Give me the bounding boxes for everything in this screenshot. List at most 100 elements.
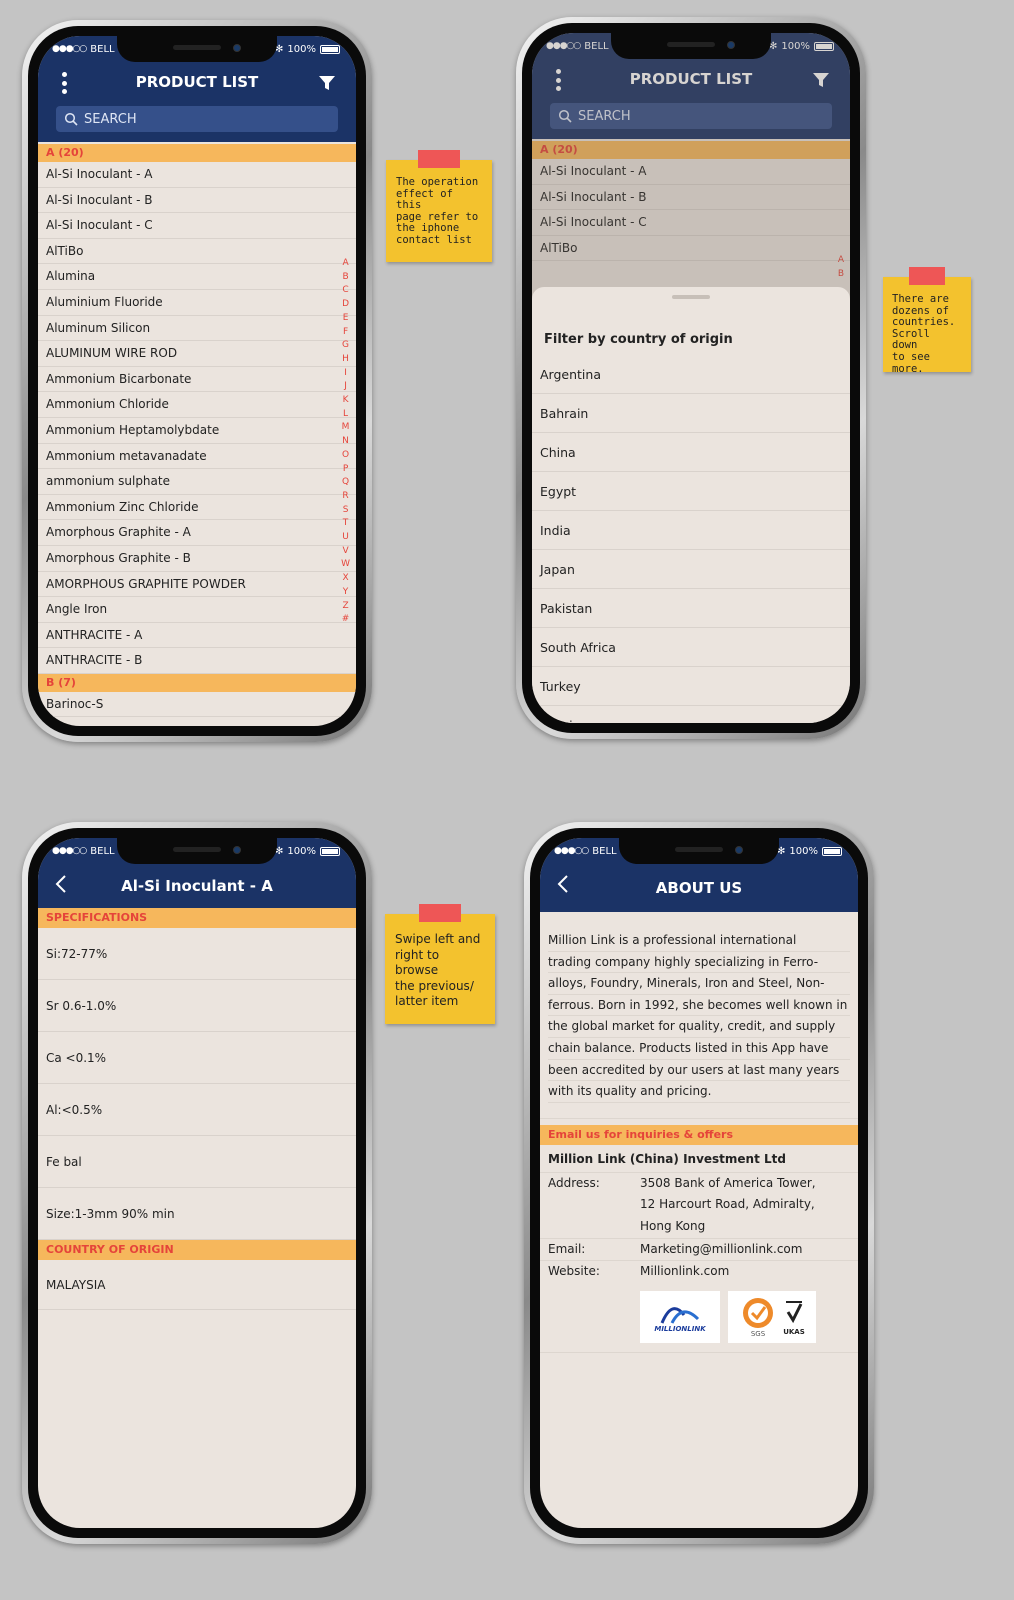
country-option[interactable]: Bahrain — [532, 394, 850, 433]
country-option[interactable]: Ukraine — [532, 706, 850, 723]
index-letter[interactable]: U — [342, 531, 349, 545]
product-list: A (20) Al-Si Inoculant - A Al-Si Inoculan… — [38, 144, 356, 718]
product-list-item[interactable]: ALUMINUM WIRE ROD — [38, 341, 356, 367]
index-letter[interactable]: G — [342, 339, 349, 353]
index-letter[interactable]: # — [342, 613, 350, 627]
email-link[interactable]: Marketing@millionlink.com — [640, 1239, 802, 1261]
about-text-line: trading company highly specializing in F… — [548, 952, 850, 974]
index-letter[interactable]: Q — [342, 476, 349, 490]
section-b-items: Barinoc-S — [38, 692, 356, 718]
section-header-b: B (7) — [38, 673, 356, 692]
note-line: effect of this — [396, 187, 453, 212]
battery-percent: 100% — [287, 845, 316, 857]
product-list-item[interactable]: Ammonium Chloride — [38, 392, 356, 418]
website-label: Website: — [548, 1264, 600, 1279]
product-list-item[interactable]: Amorphous Graphite - B — [38, 546, 356, 572]
product-list-item[interactable]: Al-Si Inoculant - B — [38, 188, 356, 214]
product-list-item[interactable]: AMORPHOUS GRAPHITE POWDER — [38, 572, 356, 598]
about-text-line: ferrous. Born in 1992, she becomes well … — [548, 995, 850, 1017]
index-letter[interactable]: B — [342, 271, 348, 285]
about-text-line: alloys, Foundry, Minerals, Iron and Stee… — [548, 973, 850, 995]
millionlink-logo: MILLIONLINK — [640, 1290, 720, 1343]
section-header-a: A (20) — [38, 144, 356, 162]
index-letter[interactable]: S — [343, 504, 349, 518]
battery-percent: 100% — [287, 43, 316, 55]
product-list-item[interactable]: Barinoc-S — [38, 692, 356, 718]
product-list-item[interactable]: Alumina — [38, 264, 356, 290]
product-list-item[interactable]: ANTHRACITE - A — [38, 623, 356, 649]
index-letter[interactable]: V — [342, 545, 348, 559]
screen-filter: ●●●○○ BELL ✻ 100% PRODUCT LIST SEARCH A (2… — [532, 33, 850, 723]
product-list-item[interactable]: Amorphous Graphite - A — [38, 520, 356, 546]
index-letter[interactable]: E — [343, 312, 349, 326]
product-list-item[interactable]: Ammonium Heptamolybdate — [38, 418, 356, 444]
product-list-item[interactable]: Al-Si Inoculant - C — [38, 213, 356, 239]
specification-item: Fe bal — [38, 1136, 356, 1188]
website-link[interactable]: Millionlink.com — [640, 1261, 729, 1283]
search-input[interactable]: SEARCH — [56, 106, 338, 132]
index-letter[interactable]: H — [342, 353, 349, 367]
product-list-item[interactable]: Angle Iron — [38, 597, 356, 623]
more-menu-icon[interactable] — [60, 72, 68, 94]
country-option[interactable]: Argentina — [532, 355, 850, 394]
note-line: right to browse — [395, 947, 440, 978]
battery-percent: 100% — [789, 845, 818, 857]
sheet-title: Filter by country of origin — [544, 332, 733, 347]
index-letter[interactable]: O — [342, 449, 349, 463]
country-option[interactable]: South Africa — [532, 628, 850, 667]
index-letter[interactable]: Z — [342, 600, 348, 614]
back-arrow-icon[interactable] — [54, 874, 68, 894]
product-list-item[interactable]: Ammonium Zinc Chloride — [38, 495, 356, 521]
sticky-note-contact-list: The operation effect of this page refer to… — [386, 150, 492, 262]
address-value: 3508 Bank of America Tower, 12 Harcourt R… — [640, 1173, 816, 1238]
index-letter[interactable]: M — [342, 421, 350, 435]
index-letter[interactable]: X — [342, 572, 348, 586]
country-option[interactable]: Japan — [532, 550, 850, 589]
back-arrow-icon[interactable] — [556, 874, 570, 894]
country-option[interactable]: Pakistan — [532, 589, 850, 628]
index-letter[interactable]: Y — [343, 586, 349, 600]
battery-icon — [822, 846, 842, 856]
phone-product-list: ●●●○○ BELL ✻ 100% PRODUCT LIST SEARCH A (2… — [22, 20, 372, 742]
country-option[interactable]: China — [532, 433, 850, 472]
screen-about: ●●●○○ BELL ✻ 100% ABOUT US Million Link is… — [540, 838, 858, 1528]
index-letter[interactable]: T — [343, 517, 349, 531]
company-name: Million Link (China) Investment Ltd — [540, 1145, 858, 1173]
address-line: 12 Harcourt Road, Admiralty, — [640, 1197, 815, 1212]
alphabet-index[interactable]: A B C D E F G H I J K L M N O P Q R S T U V W X Y Z # — [341, 257, 350, 627]
country-option[interactable]: Turkey — [532, 667, 850, 706]
product-list-item[interactable]: Al-Si Inoculant - A — [38, 162, 356, 188]
index-letter[interactable]: W — [341, 558, 350, 572]
address-line: 3508 Bank of America Tower, — [640, 1175, 816, 1190]
index-letter[interactable]: J — [344, 380, 347, 394]
screen-detail: ●●●○○ BELL ✻ 100% Al-Si Inoculant - A SPEC… — [38, 838, 356, 1528]
index-letter[interactable]: N — [342, 435, 349, 449]
product-list-item[interactable]: Ammonium metavanadate — [38, 444, 356, 470]
index-letter[interactable]: F — [343, 326, 348, 340]
product-list-item[interactable]: AlTiBo — [38, 239, 356, 265]
specification-list: Si:72-77% Sr 0.6-1.0% Ca <0.1% Al:<0.5% Fe b… — [38, 928, 356, 1240]
country-option[interactable]: Egypt — [532, 472, 850, 511]
index-letter[interactable]: C — [342, 284, 348, 298]
index-letter[interactable]: P — [343, 463, 348, 477]
product-list-item[interactable]: ammonium sulphate — [38, 469, 356, 495]
product-list-item[interactable]: ANTHRACITE - B — [38, 648, 356, 674]
search-icon — [64, 112, 78, 126]
index-letter[interactable]: R — [342, 490, 348, 504]
product-list-item[interactable]: Aluminium Fluoride — [38, 290, 356, 316]
filter-icon[interactable] — [318, 74, 336, 92]
about-text-line: chain balance. Products listed in this A… — [548, 1038, 850, 1060]
filter-sheet: Filter by country of origin Argentina Bah… — [532, 287, 850, 723]
note-line: There are — [892, 293, 949, 305]
signal-icon: ●●●○○ — [52, 846, 87, 856]
index-letter[interactable]: I — [344, 367, 347, 381]
index-letter[interactable]: A — [342, 257, 348, 271]
product-list-item[interactable]: Ammonium Bicarbonate — [38, 367, 356, 393]
country-option[interactable]: India — [532, 511, 850, 550]
about-content: Million Link is a professional internati… — [540, 912, 858, 1353]
index-letter[interactable]: D — [342, 298, 349, 312]
specification-item: Ca <0.1% — [38, 1032, 356, 1084]
index-letter[interactable]: L — [343, 408, 348, 422]
product-list-item[interactable]: Aluminum Silicon — [38, 316, 356, 342]
index-letter[interactable]: K — [343, 394, 349, 408]
